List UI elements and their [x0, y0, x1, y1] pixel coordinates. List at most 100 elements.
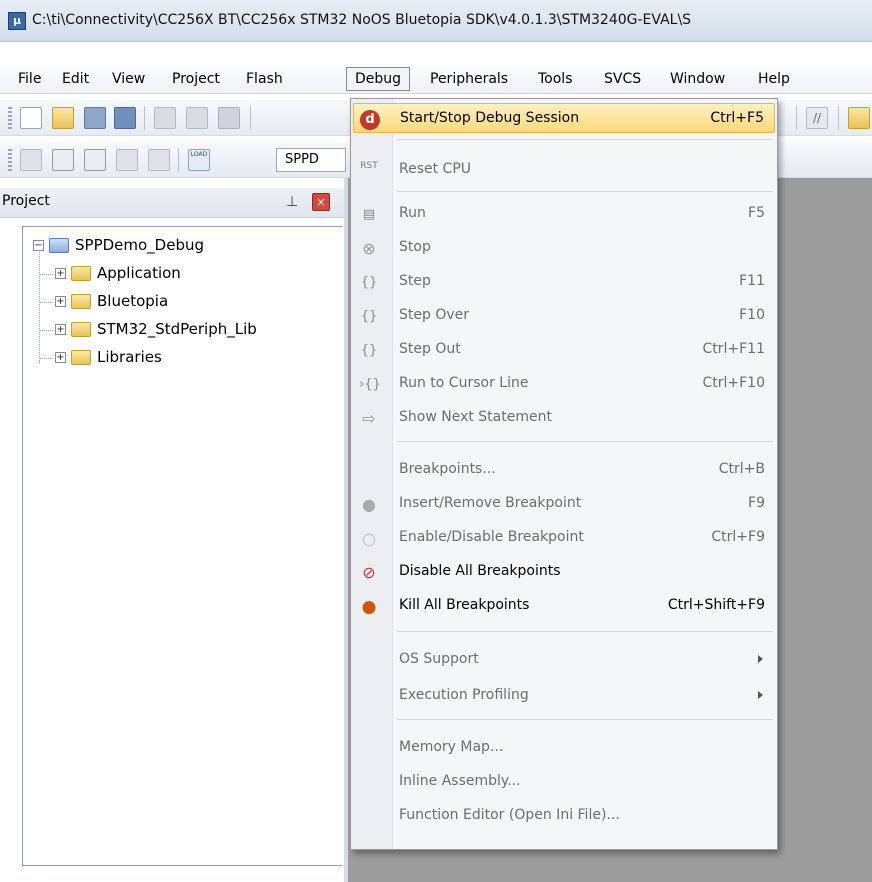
- menu-item-step[interactable]: {} Step F11: [353, 267, 775, 297]
- menu-item-inline-assembly[interactable]: Inline Assembly...: [353, 767, 775, 797]
- app-icon: µ: [8, 12, 26, 30]
- expand-icon[interactable]: +: [55, 296, 66, 307]
- paste-icon[interactable]: [218, 107, 240, 129]
- close-icon[interactable]: ×: [312, 193, 330, 211]
- rebuild-icon[interactable]: [84, 149, 106, 171]
- menu-item-enable-disable-breakpoint[interactable]: ○ Enable/Disable Breakpoint Ctrl+F9: [353, 523, 775, 553]
- menu-item-step-out[interactable]: {} Step Out Ctrl+F11: [353, 335, 775, 365]
- menu-debug[interactable]: Debug: [346, 67, 411, 91]
- expand-icon[interactable]: +: [55, 324, 66, 335]
- menu-tools[interactable]: Tools: [530, 68, 581, 92]
- reset-cpu-icon: RST: [360, 161, 378, 171]
- expand-icon[interactable]: +: [55, 352, 66, 363]
- submenu-arrow-icon: [758, 655, 763, 663]
- menu-item-disable-all-breakpoints[interactable]: ⊘ Disable All Breakpoints: [353, 557, 775, 587]
- toolbar-grip[interactable]: [8, 107, 12, 129]
- pin-icon[interactable]: ⊥: [286, 194, 300, 210]
- menu-item-os-support[interactable]: OS Support: [353, 645, 775, 675]
- comment-icon[interactable]: //: [806, 107, 828, 129]
- tree-root[interactable]: − SPPDemo_Debug: [23, 235, 333, 257]
- menu-separator: [397, 441, 773, 442]
- edit-icon[interactable]: [848, 107, 870, 129]
- run-to-cursor-icon: ›{}: [359, 377, 381, 392]
- cut-icon[interactable]: [154, 107, 176, 129]
- menu-item-execution-profiling[interactable]: Execution Profiling: [353, 681, 775, 711]
- menu-help[interactable]: Help: [750, 68, 798, 92]
- menu-item-label: Run: [399, 205, 426, 221]
- tree-item-bluetopia[interactable]: + Bluetopia: [23, 291, 333, 313]
- menu-view[interactable]: View: [104, 68, 153, 92]
- menu-item-show-next-statement[interactable]: ⇨ Show Next Statement: [353, 403, 775, 433]
- menu-item-function-editor[interactable]: Function Editor (Open Ini File)...: [353, 801, 775, 831]
- menu-item-label: Execution Profiling: [399, 687, 529, 703]
- toolbar-separator: [144, 106, 145, 130]
- show-next-statement-icon: ⇨: [362, 409, 376, 428]
- insert-breakpoint-icon: ●: [362, 495, 376, 514]
- menu-item-label: Start/Stop Debug Session: [400, 110, 580, 126]
- menu-file[interactable]: File: [10, 68, 49, 92]
- menu-item-shortcut: Ctrl+F5: [710, 110, 764, 126]
- build-icon[interactable]: [52, 149, 74, 171]
- menu-item-shortcut: F9: [748, 495, 765, 511]
- toolbar-separator: [178, 148, 179, 172]
- menu-item-shortcut: F5: [748, 205, 765, 221]
- menu-separator: [397, 191, 773, 192]
- load-icon[interactable]: LOAD: [188, 149, 210, 171]
- expand-icon[interactable]: +: [55, 268, 66, 279]
- menu-project[interactable]: Project: [164, 68, 228, 92]
- step-out-icon: {}: [360, 343, 378, 358]
- copy-icon[interactable]: [186, 107, 208, 129]
- project-tree: − SPPDemo_Debug + Application + Bluetopi…: [22, 226, 342, 866]
- menu-item-label: Inline Assembly...: [399, 773, 521, 789]
- folder-icon: [71, 294, 91, 309]
- menu-item-insert-remove-breakpoint[interactable]: ● Insert/Remove Breakpoint F9: [353, 489, 775, 519]
- toolbar-grip[interactable]: [8, 149, 12, 171]
- menu-item-breakpoints[interactable]: Breakpoints... Ctrl+B: [353, 455, 775, 485]
- menu-item-step-over[interactable]: {} Step Over F10: [353, 301, 775, 331]
- menu-item-label: Enable/Disable Breakpoint: [399, 529, 584, 545]
- menu-item-label: Step Out: [399, 341, 461, 357]
- menu-item-memory-map[interactable]: Memory Map...: [353, 733, 775, 763]
- toolbar-separator: [838, 106, 839, 130]
- run-icon: ▤: [362, 207, 376, 222]
- menu-item-run[interactable]: ▤ Run F5: [353, 199, 775, 229]
- menu-item-start-stop-debug-session[interactable]: d Start/Stop Debug Session Ctrl+F5: [353, 103, 775, 133]
- stop-build-icon[interactable]: [148, 149, 170, 171]
- menu-separator: [397, 719, 773, 720]
- menu-edit[interactable]: Edit: [54, 68, 97, 92]
- tree-item-label: Bluetopia: [97, 292, 169, 310]
- target-select[interactable]: SPPD: [276, 148, 346, 172]
- new-file-icon[interactable]: [20, 107, 42, 129]
- menu-item-shortcut: Ctrl+Shift+F9: [667, 597, 765, 613]
- menu-item-label: Insert/Remove Breakpoint: [399, 495, 582, 511]
- menu-flash[interactable]: Flash: [238, 68, 291, 92]
- tree-item-stm32-stdperiph-lib[interactable]: + STM32_StdPeriph_Lib: [23, 319, 333, 341]
- menu-item-reset-cpu[interactable]: RST Reset CPU: [353, 155, 775, 185]
- batch-build-icon[interactable]: [116, 149, 138, 171]
- menu-peripherals[interactable]: Peripherals: [422, 68, 516, 92]
- tree-item-label: Application: [97, 264, 181, 282]
- submenu-arrow-icon: [758, 691, 763, 699]
- tree-item-libraries[interactable]: + Libraries: [23, 347, 333, 369]
- save-icon[interactable]: [84, 107, 106, 129]
- save-all-icon[interactable]: [114, 107, 136, 129]
- collapse-icon[interactable]: −: [33, 240, 44, 251]
- menu-window[interactable]: Window: [662, 68, 733, 92]
- menu-item-kill-all-breakpoints[interactable]: ● Kill All Breakpoints Ctrl+Shift+F9: [353, 591, 775, 621]
- title-bar: µ C:\ti\Connectivity\CC256X BT\CC256x ST…: [0, 0, 872, 42]
- debug-session-icon: d: [360, 110, 380, 130]
- project-icon: [49, 238, 69, 253]
- menu-svcs[interactable]: SVCS: [596, 68, 649, 92]
- menu-item-run-to-cursor-line[interactable]: ›{} Run to Cursor Line Ctrl+F10: [353, 369, 775, 399]
- menu-item-label: Reset CPU: [399, 161, 472, 177]
- menu-item-label: Step Over: [399, 307, 469, 323]
- menu-bar: File Edit View Project Flash Debug Perip…: [0, 64, 872, 94]
- tree-item-application[interactable]: + Application: [23, 263, 333, 285]
- toolbar-separator: [250, 106, 251, 130]
- menu-item-stop[interactable]: ⊗ Stop: [353, 233, 775, 263]
- menu-separator: [397, 139, 773, 140]
- project-panel-header: Project ⊥ ×: [0, 188, 346, 218]
- translate-icon[interactable]: [20, 149, 42, 171]
- folder-icon: [71, 322, 91, 337]
- open-file-icon[interactable]: [52, 107, 74, 129]
